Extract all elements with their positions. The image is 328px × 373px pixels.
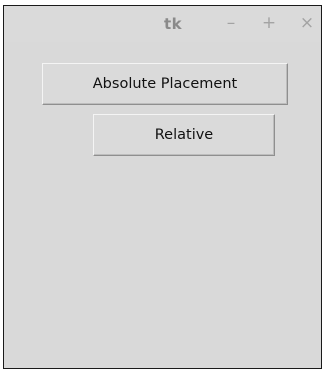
absolute-placement-button[interactable]: Absolute Placement xyxy=(42,63,288,105)
close-button[interactable]: × xyxy=(298,12,316,34)
relative-button[interactable]: Relative xyxy=(93,114,275,156)
title-bar[interactable]: tk – + × xyxy=(4,6,321,42)
app-window: tk – + × Absolute Placement Relative xyxy=(3,5,322,369)
minimize-button[interactable]: – xyxy=(222,12,240,34)
window-title: tk xyxy=(164,15,183,33)
maximize-button[interactable]: + xyxy=(260,12,278,34)
window-content: Absolute Placement Relative xyxy=(4,42,321,368)
